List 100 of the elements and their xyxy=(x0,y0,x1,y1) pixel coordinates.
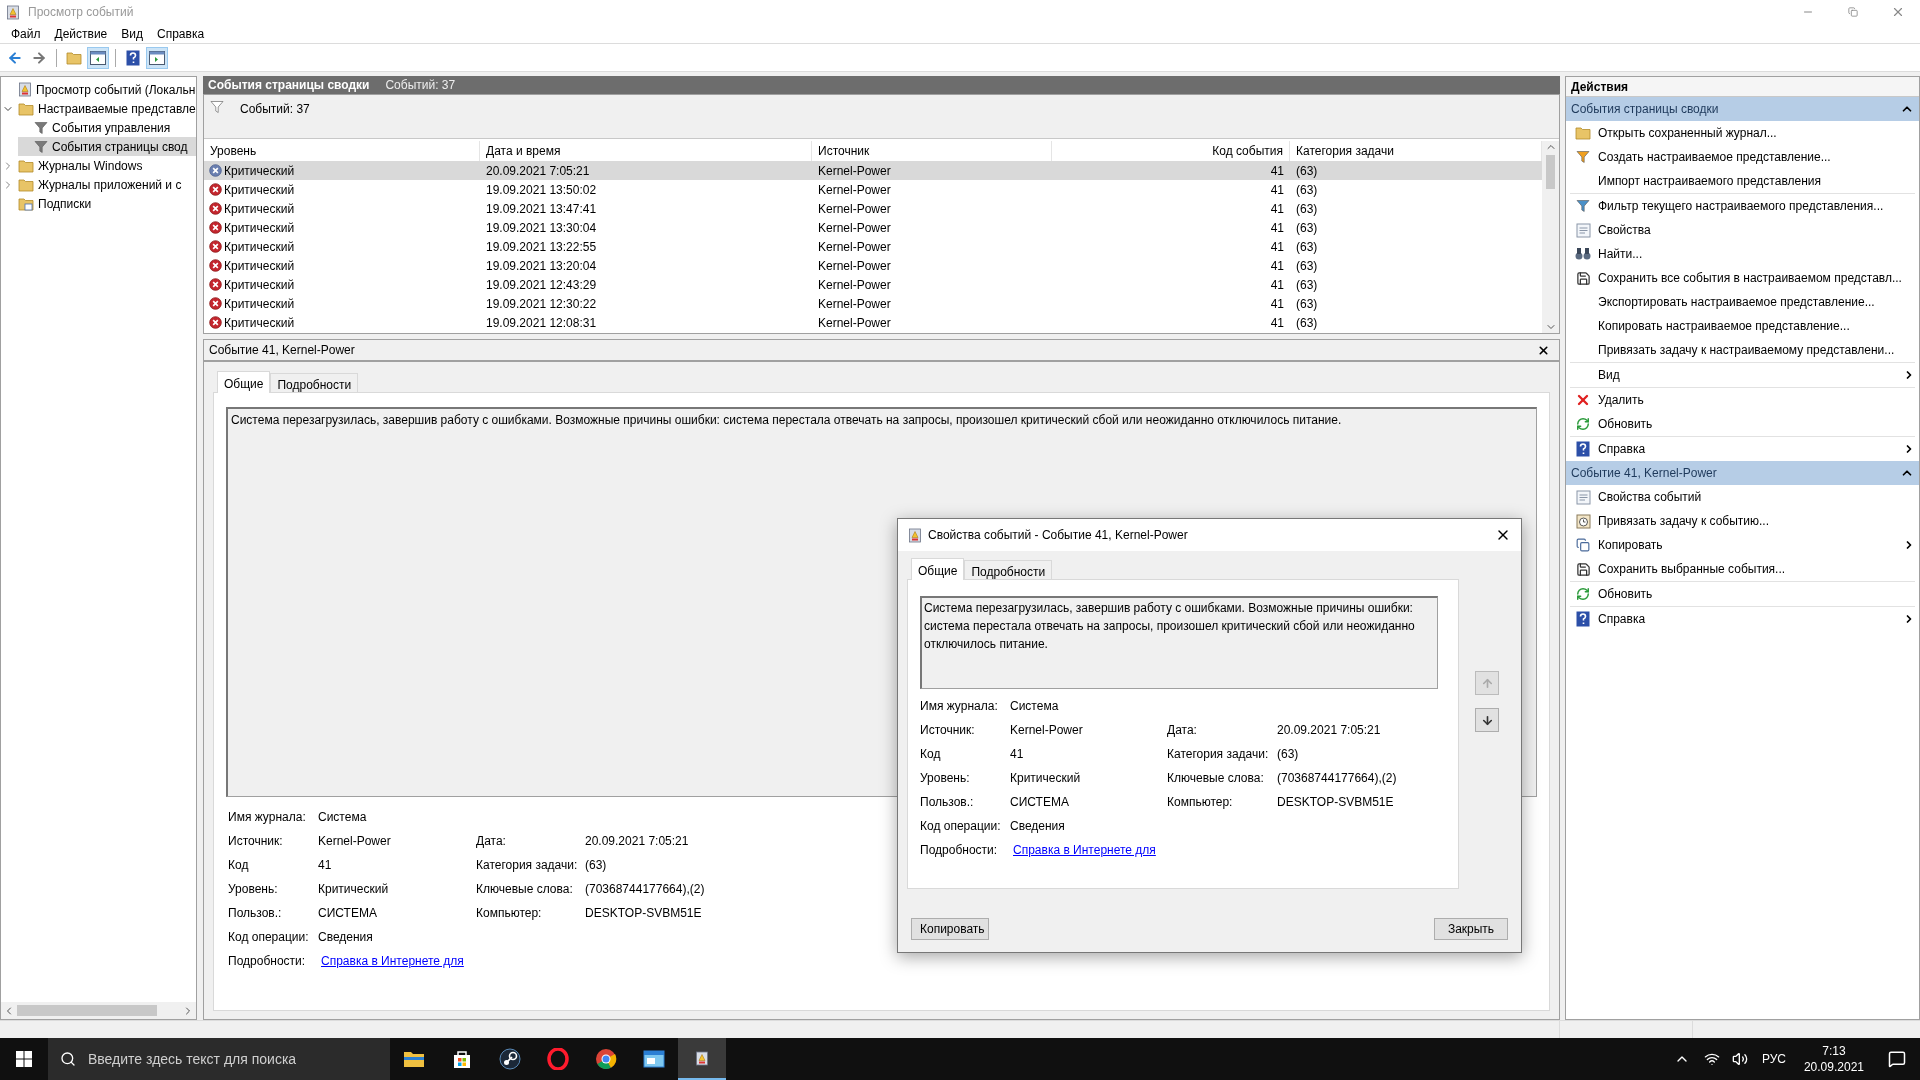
tree-item[interactable]: События управления xyxy=(18,118,196,137)
forward-arrow-icon xyxy=(31,49,47,66)
next-button[interactable] xyxy=(1475,708,1499,732)
taskbar-app[interactable] xyxy=(678,1038,726,1080)
tab[interactable]: Общие xyxy=(217,371,271,393)
action-item[interactable]: Копировать xyxy=(1570,533,1915,557)
action-item[interactable]: Импорт настраиваемого представления xyxy=(1570,169,1915,193)
folder-icon xyxy=(403,1050,425,1068)
action-item[interactable]: Свойства событий xyxy=(1570,485,1915,509)
table-cell-text: 41 xyxy=(1270,257,1284,275)
section-header[interactable]: События страницы сводки xyxy=(1566,97,1919,121)
vertical-scrollbar[interactable] xyxy=(1542,141,1559,333)
field-label: Источник: xyxy=(228,833,284,850)
action-item[interactable]: Свойства xyxy=(1570,218,1915,242)
clock[interactable]: 7:13 20.09.2021 xyxy=(1803,1043,1864,1075)
network-icon[interactable] xyxy=(1703,1051,1720,1067)
table-row[interactable]: Критический 19.09.2021 12:43:29 Kernel-Power 41 (63) xyxy=(204,275,1542,294)
folder-up-icon xyxy=(66,50,82,65)
menu-item[interactable]: Файл xyxy=(4,24,48,43)
action-item[interactable]: Сохранить выбранные события... xyxy=(1570,557,1915,581)
tab[interactable]: Подробности xyxy=(964,560,1053,579)
table-cell-text: 41 xyxy=(1270,181,1284,199)
help-link[interactable]: Справка в Интернете для xyxy=(1013,841,1159,859)
toolbar-button[interactable] xyxy=(87,46,109,69)
table-row[interactable]: Критический 19.09.2021 13:30:04 Kernel-Power 41 (63) xyxy=(204,218,1542,237)
tree-item[interactable]: Настраиваемые представле xyxy=(2,99,196,118)
field-value: (70368744177664),(2) xyxy=(585,881,705,898)
volume-icon[interactable] xyxy=(1731,1051,1748,1067)
field-label: Компьютер: xyxy=(476,905,543,922)
language-indicator[interactable]: РУС xyxy=(1761,1050,1786,1068)
menu-item[interactable]: Вид xyxy=(114,24,150,43)
binoculars-icon xyxy=(1575,247,1591,261)
detail-title: Событие 41, Kernel-Power xyxy=(209,342,355,359)
clock-icon xyxy=(1575,513,1591,529)
tab[interactable]: Подробности xyxy=(270,373,359,392)
action-item[interactable]: Создать настраиваемое представление... xyxy=(1570,145,1915,169)
action-item[interactable]: Привязать задачу к событию... xyxy=(1570,509,1915,533)
horizontal-scrollbar[interactable] xyxy=(1,1002,196,1019)
toolbar-button[interactable] xyxy=(146,46,168,69)
properties-icon xyxy=(1575,222,1591,238)
search-field[interactable]: Введите здесь текст для поиска xyxy=(48,1038,390,1080)
filter-icon xyxy=(34,120,48,135)
dialog-button[interactable]: Копировать xyxy=(911,918,989,940)
field-label: Пользов.: xyxy=(228,905,283,922)
field-value: Сведения xyxy=(318,929,374,946)
action-item[interactable]: Экспортировать настраиваемое представление... xyxy=(1570,290,1915,314)
tab[interactable]: Общие xyxy=(911,558,965,580)
pane-icon xyxy=(90,50,106,65)
shopping-bag-icon xyxy=(452,1049,472,1069)
table-row[interactable]: Критический 19.09.2021 13:20:04 Kernel-Power 41 (63) xyxy=(204,256,1542,275)
table-row[interactable]: Критический 19.09.2021 12:08:31 Kernel-Power 41 (63) xyxy=(204,313,1542,332)
close-icon[interactable] xyxy=(1537,343,1550,357)
menu-item[interactable]: Действие xyxy=(47,24,115,43)
action-item[interactable]: Обновить xyxy=(1570,582,1915,606)
tree-item[interactable]: Просмотр событий (Локальн xyxy=(2,80,196,99)
folder-calendar-icon xyxy=(18,196,34,211)
action-item[interactable]: Сохранить все события в настраиваемом представл... xyxy=(1570,266,1915,290)
properties-icon xyxy=(1575,489,1591,505)
table-cell-text: 41 xyxy=(1270,276,1284,294)
action-item[interactable]: Справка xyxy=(1570,437,1915,461)
action-item[interactable]: Копировать настраиваемое представление... xyxy=(1570,314,1915,338)
table-row[interactable]: Критический 19.09.2021 13:50:02 Kernel-Power 41 (63) xyxy=(204,180,1542,199)
tree-item[interactable]: Журналы Windows xyxy=(2,156,196,175)
field-label: Дата: xyxy=(476,833,507,850)
action-item[interactable]: Привязать задачу к настраиваемому представлени... xyxy=(1570,338,1915,362)
scrollbar-thumb[interactable] xyxy=(1546,155,1555,189)
table-row[interactable]: Критический 19.09.2021 12:30:22 Kernel-Power 41 (63) xyxy=(204,294,1542,313)
field-label: Код xyxy=(228,857,250,874)
scrollbar-thumb[interactable] xyxy=(17,1005,157,1016)
action-item[interactable]: Открыть сохраненный журнал... xyxy=(1570,121,1915,145)
action-item[interactable]: Удалить xyxy=(1570,388,1915,412)
action-item[interactable]: Найти... xyxy=(1570,242,1915,266)
menu-item[interactable]: Справка xyxy=(150,24,212,43)
action-item[interactable]: Вид xyxy=(1570,363,1915,387)
action-item[interactable]: Справка xyxy=(1570,607,1915,631)
section-header[interactable]: Событие 41, Kernel-Power xyxy=(1566,461,1919,485)
tree-item[interactable]: Журналы приложений и с xyxy=(2,175,196,194)
field-value: DESKTOP-SVBM51E xyxy=(585,905,702,922)
dialog-button[interactable]: Закрыть xyxy=(1434,918,1508,940)
table-row[interactable]: Критический 20.09.2021 7:05:21 Kernel-Power 41 (63) xyxy=(204,161,1542,180)
event-log-icon xyxy=(695,1050,709,1066)
tree-item[interactable]: Подписки xyxy=(2,194,196,213)
folder-icon xyxy=(1575,126,1591,140)
table-cell: Kernel-Power xyxy=(818,163,891,178)
table-row[interactable]: Критический 19.09.2021 13:47:41 Kernel-Power 41 (63) xyxy=(204,199,1542,218)
time-text: 7:13 xyxy=(1822,1043,1846,1059)
dialog-title: Свойства событий - Событие 41, Kernel-Power xyxy=(928,527,1188,544)
table-cell-text: Критический xyxy=(224,238,295,256)
table-cell-text: 41 xyxy=(1270,200,1284,218)
action-item[interactable]: Фильтр текущего настраиваемого представления... xyxy=(1570,194,1915,218)
table-row[interactable]: Критический 19.09.2021 13:22:55 Kernel-Power 41 (63) xyxy=(204,237,1542,256)
action-item[interactable]: Обновить xyxy=(1570,412,1915,436)
tree-item[interactable]: События страницы свод xyxy=(18,137,196,156)
field-value: 20.09.2021 7:05:21 xyxy=(585,833,689,850)
field-value: 41 xyxy=(1010,746,1025,763)
notifications-icon[interactable] xyxy=(1888,1050,1906,1068)
field-value: 20.09.2021 7:05:21 xyxy=(1277,722,1381,739)
table-cell: Kernel-Power xyxy=(818,277,891,292)
help-link[interactable]: Справка в Интернете для xyxy=(321,952,467,970)
field-label: Категория задачи: xyxy=(1167,746,1270,763)
